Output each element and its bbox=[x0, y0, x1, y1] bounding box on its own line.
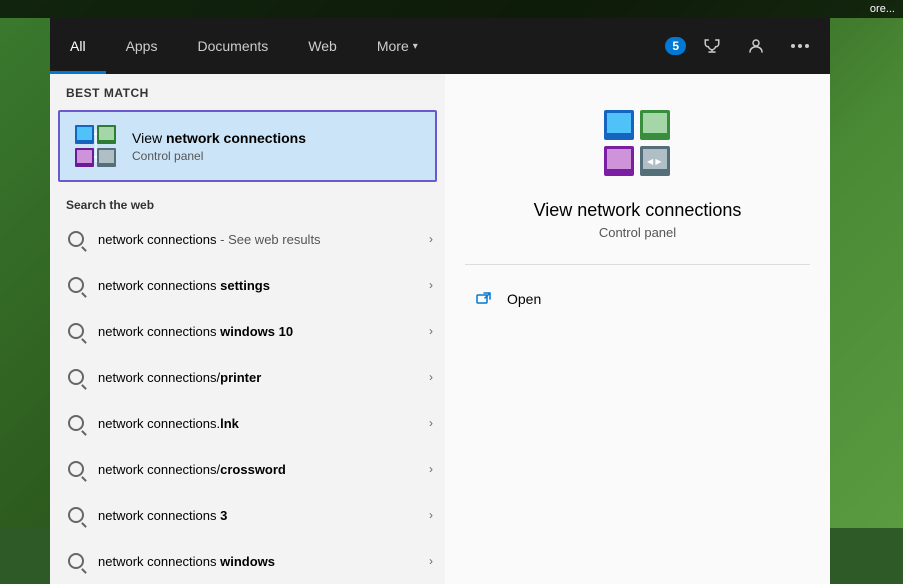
best-match-subtitle: Control panel bbox=[132, 149, 423, 163]
suggestion-arrow-0: › bbox=[429, 232, 433, 246]
search-loop-icon bbox=[68, 277, 84, 293]
search-loop-icon bbox=[68, 553, 84, 569]
more-dropdown-arrow: ▾ bbox=[413, 41, 418, 52]
network-connections-icon-large: ◀ ▶ bbox=[603, 109, 673, 179]
open-label: Open bbox=[507, 291, 541, 307]
search-icon-6 bbox=[62, 501, 90, 529]
svg-text:◀ ▶: ◀ ▶ bbox=[647, 157, 662, 166]
best-match-icon-wrap bbox=[72, 122, 120, 170]
content-area: Best match bbox=[50, 74, 830, 584]
suggestion-arrow-3: › bbox=[429, 370, 433, 384]
suggestion-item-7[interactable]: network connections windows › bbox=[50, 538, 445, 584]
detail-divider bbox=[465, 264, 810, 265]
trophy-icon-btn[interactable] bbox=[694, 28, 730, 64]
suggestion-item-2[interactable]: network connections windows 10 › bbox=[50, 308, 445, 354]
tab-documents[interactable]: Documents bbox=[177, 18, 288, 74]
network-connections-icon-small bbox=[74, 124, 118, 168]
suggestion-text-1: network connections settings bbox=[98, 278, 429, 293]
search-loop-icon bbox=[68, 461, 84, 477]
nav-badge: 5 bbox=[665, 37, 686, 55]
suggestion-arrow-5: › bbox=[429, 462, 433, 476]
tab-apps[interactable]: Apps bbox=[106, 18, 178, 74]
launch-icon bbox=[475, 289, 495, 309]
suggestion-text-6: network connections 3 bbox=[98, 508, 429, 523]
suggestion-item-6[interactable]: network connections 3 › bbox=[50, 492, 445, 538]
best-match-label: Best match bbox=[50, 74, 445, 106]
suggestion-item-3[interactable]: network connections/printer › bbox=[50, 354, 445, 400]
search-loop-icon bbox=[68, 231, 84, 247]
search-loop-icon bbox=[68, 369, 84, 385]
suggestion-item-0[interactable]: network connections - See web results › bbox=[50, 216, 445, 262]
open-action[interactable]: Open bbox=[465, 281, 810, 317]
right-panel: ◀ ▶ View network connections Control pan… bbox=[445, 74, 830, 584]
search-loop-icon bbox=[68, 507, 84, 523]
left-panel: Best match bbox=[50, 74, 445, 584]
suggestion-item-5[interactable]: network connections/crossword › bbox=[50, 446, 445, 492]
tab-web[interactable]: Web bbox=[288, 18, 357, 74]
nav-bar: All Apps Documents Web More ▾ 5 bbox=[50, 18, 830, 74]
main-container: All Apps Documents Web More ▾ 5 bbox=[50, 18, 830, 528]
tab-all[interactable]: All bbox=[50, 18, 106, 74]
tab-more[interactable]: More ▾ bbox=[357, 18, 438, 74]
suggestion-text-3: network connections/printer bbox=[98, 370, 429, 385]
suggestion-item-4[interactable]: network connections.lnk › bbox=[50, 400, 445, 446]
suggestion-item-1[interactable]: network connections settings › bbox=[50, 262, 445, 308]
suggestion-arrow-4: › bbox=[429, 416, 433, 430]
search-loop-icon bbox=[68, 415, 84, 431]
top-bar-text: ore... bbox=[870, 3, 895, 15]
person-icon bbox=[747, 37, 765, 55]
top-bar: ore... bbox=[0, 0, 903, 18]
suggestion-arrow-7: › bbox=[429, 554, 433, 568]
detail-subtitle: Control panel bbox=[599, 225, 676, 240]
suggestion-text-5: network connections/crossword bbox=[98, 462, 429, 477]
suggestion-text-0: network connections - See web results bbox=[98, 232, 429, 247]
person-icon-btn[interactable] bbox=[738, 28, 774, 64]
detail-title: View network connections bbox=[534, 200, 742, 221]
best-match-text: View network connections Control panel bbox=[132, 129, 423, 163]
suggestion-arrow-6: › bbox=[429, 508, 433, 522]
search-icon-3 bbox=[62, 363, 90, 391]
best-match-item[interactable]: View network connections Control panel bbox=[58, 110, 437, 182]
web-section-label: Search the web bbox=[50, 190, 445, 216]
suggestion-text-2: network connections windows 10 bbox=[98, 324, 429, 339]
trophy-icon bbox=[703, 37, 721, 55]
search-icon-7 bbox=[62, 547, 90, 575]
best-match-title: View network connections bbox=[132, 129, 423, 147]
search-icon-2 bbox=[62, 317, 90, 345]
search-icon-5 bbox=[62, 455, 90, 483]
search-icon-4 bbox=[62, 409, 90, 437]
ellipsis-icon-btn[interactable] bbox=[782, 28, 818, 64]
detail-icon-wrap: ◀ ▶ bbox=[598, 104, 678, 184]
search-icon-1 bbox=[62, 271, 90, 299]
search-icon-0 bbox=[62, 225, 90, 253]
suggestion-arrow-1: › bbox=[429, 278, 433, 292]
nav-right-actions: 5 bbox=[665, 28, 830, 64]
ellipsis-icon bbox=[791, 44, 809, 48]
open-icon bbox=[473, 287, 497, 311]
suggestion-text-4: network connections.lnk bbox=[98, 416, 429, 431]
suggestion-text-7: network connections windows bbox=[98, 554, 429, 569]
search-loop-icon bbox=[68, 323, 84, 339]
suggestion-arrow-2: › bbox=[429, 324, 433, 338]
